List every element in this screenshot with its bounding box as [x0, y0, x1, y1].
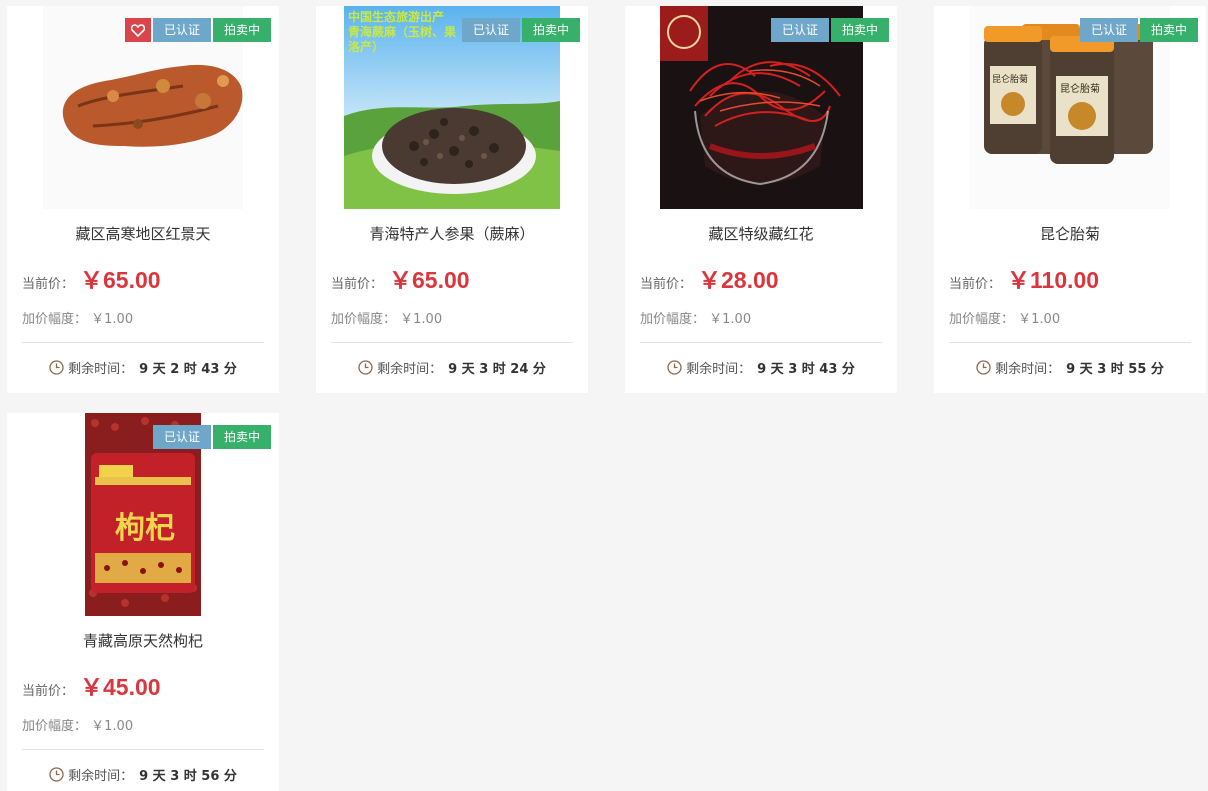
price-label: 当前价：: [949, 277, 1002, 292]
increment-label: 加价幅度：: [22, 312, 88, 327]
clock-icon: [49, 360, 64, 375]
remaining-label: 剩余时间：: [686, 362, 752, 377]
divider: [331, 342, 573, 343]
current-price: ￥110.00: [1007, 267, 1100, 293]
favorite-heart-icon[interactable]: [124, 18, 151, 42]
product-card[interactable]: 已认证 拍卖中 藏区高寒地区红景天 当前价： ￥65.00 加价幅度： ￥1.00…: [7, 6, 279, 393]
remaining-time: 9 天 3 时 24 分: [448, 362, 546, 377]
product-card[interactable]: 中国生态旅游出产 青海蕨麻（玉树、果 洛产） 已认证 拍卖中 青海特产人参果（蕨…: [316, 6, 588, 393]
remaining-label: 剩余时间：: [68, 362, 134, 377]
current-price: ￥28.00: [698, 267, 779, 293]
price-label: 当前价：: [22, 684, 75, 699]
increment-label: 加价幅度：: [640, 312, 706, 327]
price-label: 当前价：: [22, 277, 75, 292]
remaining-label: 剩余时间：: [995, 362, 1061, 377]
clock-icon: [358, 360, 373, 375]
svg-text:中国生态旅游出产: 中国生态旅游出产: [348, 9, 444, 24]
verified-badge: 已认证: [770, 18, 829, 42]
price-label: 当前价：: [640, 277, 693, 292]
svg-text:枸杞: 枸杞: [115, 511, 175, 546]
remaining-time: 9 天 2 时 43 分: [139, 362, 237, 377]
remaining-time: 9 天 3 时 56 分: [139, 769, 237, 784]
product-title[interactable]: 青藏高原天然枸杞: [7, 630, 279, 651]
auction-status-badge: 拍卖中: [830, 18, 889, 42]
auction-status-badge: 拍卖中: [1139, 18, 1198, 42]
product-card[interactable]: 已认证 拍卖中 藏区特级藏红花 当前价： ￥28.00 加价幅度： ￥1.00 剩…: [625, 6, 897, 393]
svg-text:昆仑胎菊: 昆仑胎菊: [992, 73, 1028, 85]
divider: [949, 342, 1191, 343]
divider: [22, 749, 264, 750]
remaining-label: 剩余时间：: [68, 769, 134, 784]
divider: [640, 342, 882, 343]
verified-badge: 已认证: [152, 18, 211, 42]
increment-value: ￥1.00: [709, 312, 752, 327]
svg-text:昆仑胎菊: 昆仑胎菊: [1060, 82, 1100, 95]
increment-value: ￥1.00: [91, 312, 134, 327]
price-label: 当前价：: [331, 277, 384, 292]
verified-badge: 已认证: [461, 18, 520, 42]
current-price: ￥45.00: [80, 674, 161, 700]
verified-badge: 已认证: [152, 425, 211, 449]
product-card[interactable]: 昆仑胎菊 昆仑胎菊 已认证 拍卖中 昆仑胎菊 当前价： ￥110.00 加价幅度：…: [934, 6, 1206, 393]
clock-icon: [976, 360, 991, 375]
auction-status-badge: 拍卖中: [521, 18, 580, 42]
product-card[interactable]: 枸杞 已认证 拍卖中 青藏高原天然枸杞 当前价： ￥45.00 加价幅度： ￥1.…: [7, 413, 279, 791]
remaining-time: 9 天 3 时 55 分: [1066, 362, 1164, 377]
increment-value: ￥1.00: [400, 312, 443, 327]
product-grid: 已认证 拍卖中 藏区高寒地区红景天 当前价： ￥65.00 加价幅度： ￥1.00…: [0, 0, 1208, 791]
divider: [22, 342, 264, 343]
svg-text:洛产）: 洛产）: [348, 39, 384, 54]
verified-badge: 已认证: [1079, 18, 1138, 42]
auction-status-badge: 拍卖中: [212, 18, 271, 42]
product-title[interactable]: 藏区特级藏红花: [625, 223, 897, 244]
increment-value: ￥1.00: [1018, 312, 1061, 327]
increment-label: 加价幅度：: [949, 312, 1015, 327]
product-title[interactable]: 青海特产人参果（蕨麻）: [316, 223, 588, 244]
increment-value: ￥1.00: [91, 719, 134, 734]
clock-icon: [667, 360, 682, 375]
svg-text:青海蕨麻（玉树、果: 青海蕨麻（玉树、果: [348, 24, 456, 39]
current-price: ￥65.00: [389, 267, 470, 293]
remaining-time: 9 天 3 时 43 分: [757, 362, 855, 377]
clock-icon: [49, 767, 64, 782]
remaining-label: 剩余时间：: [377, 362, 443, 377]
auction-status-badge: 拍卖中: [212, 425, 271, 449]
product-title[interactable]: 藏区高寒地区红景天: [7, 223, 279, 244]
increment-label: 加价幅度：: [331, 312, 397, 327]
increment-label: 加价幅度：: [22, 719, 88, 734]
product-title[interactable]: 昆仑胎菊: [934, 223, 1206, 244]
current-price: ￥65.00: [80, 267, 161, 293]
